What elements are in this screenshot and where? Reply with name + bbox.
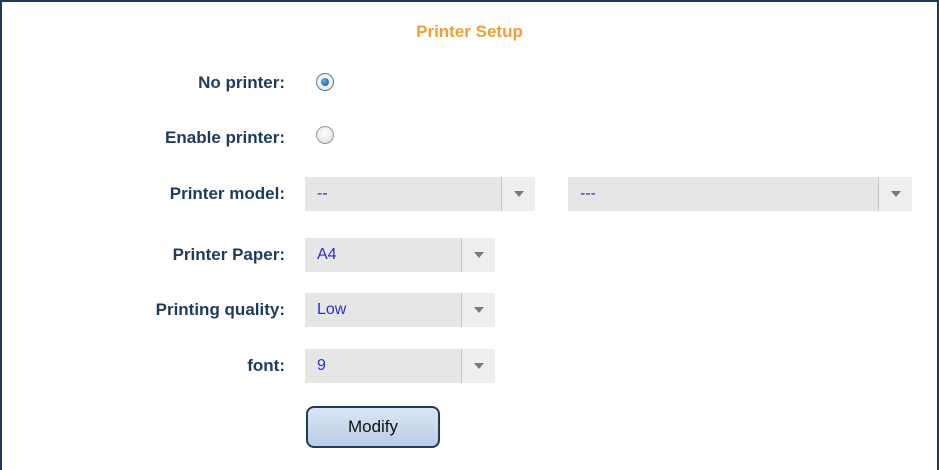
- printing-quality-dropdown-button[interactable]: [461, 293, 495, 327]
- printer-paper-select[interactable]: A4: [305, 238, 495, 272]
- section-title: Printer Setup: [416, 22, 523, 41]
- printer-model-secondary-select[interactable]: ---: [568, 177, 912, 211]
- printer-model-dropdown-button[interactable]: [501, 177, 535, 211]
- no-printer-radio[interactable]: [316, 73, 334, 91]
- printer-setup-panel: Printer Setup No printer: Enable printer…: [0, 0, 939, 470]
- no-printer-label: No printer:: [198, 73, 285, 92]
- printing-quality-value: Low: [317, 301, 347, 318]
- enable-printer-radio[interactable]: [316, 126, 334, 144]
- printer-model-label: Printer model:: [169, 184, 285, 203]
- printing-quality-label: Printing quality:: [155, 300, 285, 319]
- printer-paper-value: A4: [317, 246, 337, 263]
- font-label: font:: [247, 356, 285, 375]
- printer-model-secondary-dropdown-button[interactable]: [878, 177, 912, 211]
- font-dropdown-button[interactable]: [461, 349, 495, 383]
- modify-button[interactable]: Modify: [306, 406, 440, 448]
- printer-paper-label: Printer Paper:: [172, 245, 285, 264]
- chevron-down-icon: [891, 191, 901, 197]
- printing-quality-select[interactable]: Low: [305, 293, 495, 327]
- font-select[interactable]: 9: [305, 349, 495, 383]
- font-value: 9: [317, 357, 326, 374]
- printer-model-value: --: [317, 185, 328, 202]
- radio-selected-dot: [321, 78, 329, 86]
- chevron-down-icon: [474, 307, 484, 313]
- printer-paper-dropdown-button[interactable]: [461, 238, 495, 272]
- printer-model-secondary-value: ---: [580, 185, 596, 202]
- chevron-down-icon: [514, 191, 524, 197]
- printer-model-select[interactable]: --: [305, 177, 535, 211]
- enable-printer-label: Enable printer:: [165, 128, 285, 147]
- chevron-down-icon: [474, 252, 484, 258]
- chevron-down-icon: [474, 363, 484, 369]
